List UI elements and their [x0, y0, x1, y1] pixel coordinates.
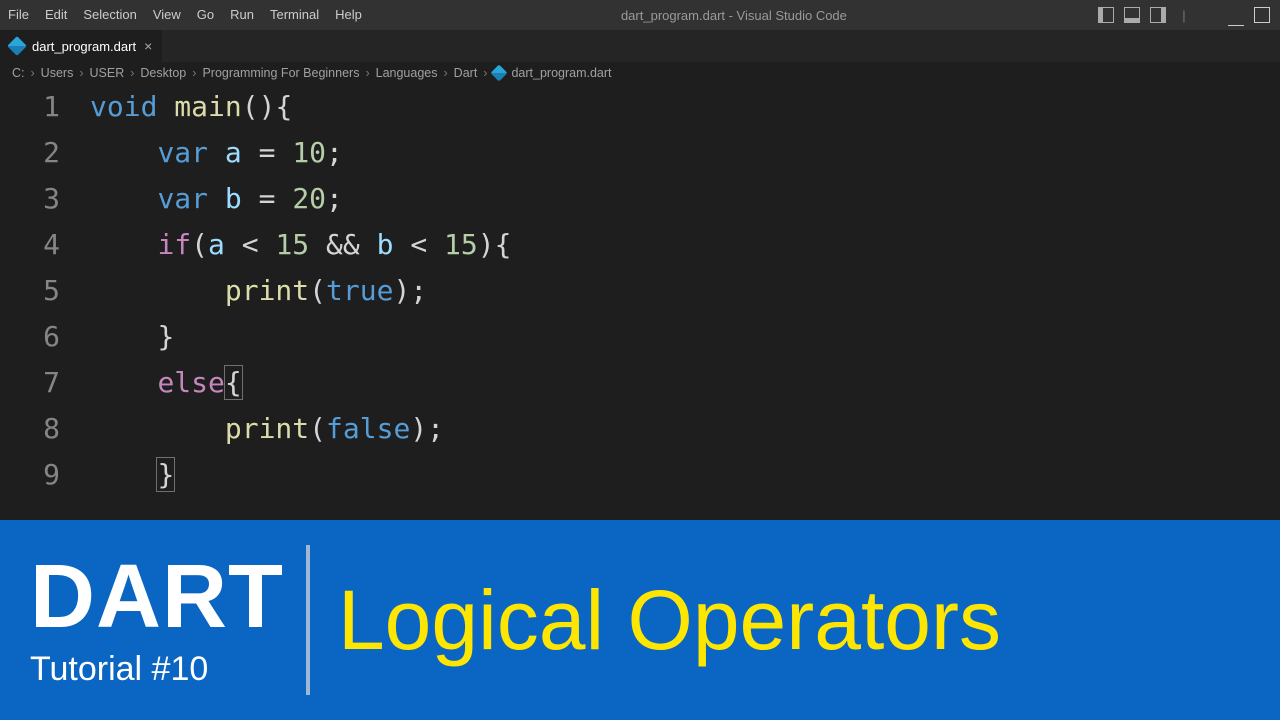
tab-filename: dart_program.dart: [32, 39, 136, 54]
layout-grid-icon[interactable]: [1202, 7, 1218, 23]
breadcrumb-segment[interactable]: USER: [90, 66, 125, 80]
menu-terminal[interactable]: Terminal: [262, 0, 327, 30]
line-number: 2: [0, 130, 90, 176]
banner-divider: [306, 545, 310, 695]
window-minimize-icon[interactable]: [1228, 7, 1244, 23]
code-editor[interactable]: 1void main(){2 var a = 10;3 var b = 20;4…: [0, 84, 1280, 498]
dart-icon: [491, 65, 508, 82]
layout-bottom-icon[interactable]: [1124, 7, 1140, 23]
menu-go[interactable]: Go: [189, 0, 222, 30]
line-number: 3: [0, 176, 90, 222]
breadcrumb-segment[interactable]: Dart: [454, 66, 478, 80]
chevron-right-icon: ›: [130, 66, 134, 80]
breadcrumb-segment[interactable]: C:: [12, 66, 25, 80]
breadcrumb-segment[interactable]: Languages: [376, 66, 438, 80]
code-line[interactable]: 5 print(true);: [0, 268, 1280, 314]
code-line[interactable]: 4 if(a < 15 && b < 15){: [0, 222, 1280, 268]
code-line[interactable]: 6 }: [0, 314, 1280, 360]
code-line[interactable]: 8 print(false);: [0, 406, 1280, 452]
line-number: 4: [0, 222, 90, 268]
chevron-right-icon: ›: [365, 66, 369, 80]
layout-left-icon[interactable]: [1098, 7, 1114, 23]
banner-title: DART: [30, 552, 284, 642]
close-icon[interactable]: ×: [144, 38, 152, 54]
window-title: dart_program.dart - Visual Studio Code: [370, 8, 1098, 23]
code-content: }: [90, 452, 174, 498]
menu-run[interactable]: Run: [222, 0, 262, 30]
menu-file[interactable]: File: [0, 0, 37, 30]
line-number: 1: [0, 84, 90, 130]
chevron-right-icon: ›: [79, 66, 83, 80]
code-content: var b = 20;: [90, 176, 343, 222]
code-line[interactable]: 9 }: [0, 452, 1280, 498]
chevron-right-icon: ›: [192, 66, 196, 80]
chevron-right-icon: ›: [483, 66, 487, 80]
tab-bar: dart_program.dart ×: [0, 30, 1280, 62]
code-content: print(false);: [90, 406, 444, 452]
titlebar-right-controls: |: [1098, 7, 1280, 23]
code-content: print(true);: [90, 268, 427, 314]
breadcrumb[interactable]: C: › Users › USER › Desktop › Programming For Be…: [0, 62, 1280, 84]
menu-bar: FileEditSelectionViewGoRunTerminalHelp d…: [0, 0, 1280, 30]
banner-subtitle: Tutorial #10: [30, 650, 284, 689]
chevron-right-icon: ›: [31, 66, 35, 80]
breadcrumb-segment[interactable]: Programming For Beginners: [202, 66, 359, 80]
code-line[interactable]: 2 var a = 10;: [0, 130, 1280, 176]
line-number: 9: [0, 452, 90, 498]
tutorial-banner: DART Tutorial #10 Logical Operators: [0, 520, 1280, 720]
layout-right-icon[interactable]: [1150, 7, 1166, 23]
line-number: 5: [0, 268, 90, 314]
banner-topic: Logical Operators: [338, 572, 1001, 669]
code-line[interactable]: 1void main(){: [0, 84, 1280, 130]
line-number: 7: [0, 360, 90, 406]
code-content: else{: [90, 360, 242, 406]
window-maximize-icon[interactable]: [1254, 7, 1270, 23]
code-content: }: [90, 314, 174, 360]
code-content: var a = 10;: [90, 130, 343, 176]
breadcrumb-segment[interactable]: Users: [41, 66, 74, 80]
dart-icon: [7, 36, 27, 56]
menu-selection[interactable]: Selection: [75, 0, 144, 30]
menu-edit[interactable]: Edit: [37, 0, 75, 30]
chevron-right-icon: ›: [444, 66, 448, 80]
code-line[interactable]: 3 var b = 20;: [0, 176, 1280, 222]
code-content: void main(){: [90, 84, 292, 130]
code-line[interactable]: 7 else{: [0, 360, 1280, 406]
breadcrumb-segment[interactable]: Desktop: [140, 66, 186, 80]
code-content: if(a < 15 && b < 15){: [90, 222, 511, 268]
line-number: 6: [0, 314, 90, 360]
menu-view[interactable]: View: [145, 0, 189, 30]
line-number: 8: [0, 406, 90, 452]
tab-file[interactable]: dart_program.dart ×: [0, 30, 163, 62]
menu-help[interactable]: Help: [327, 0, 370, 30]
breadcrumb-segment[interactable]: dart_program.dart: [511, 66, 611, 80]
